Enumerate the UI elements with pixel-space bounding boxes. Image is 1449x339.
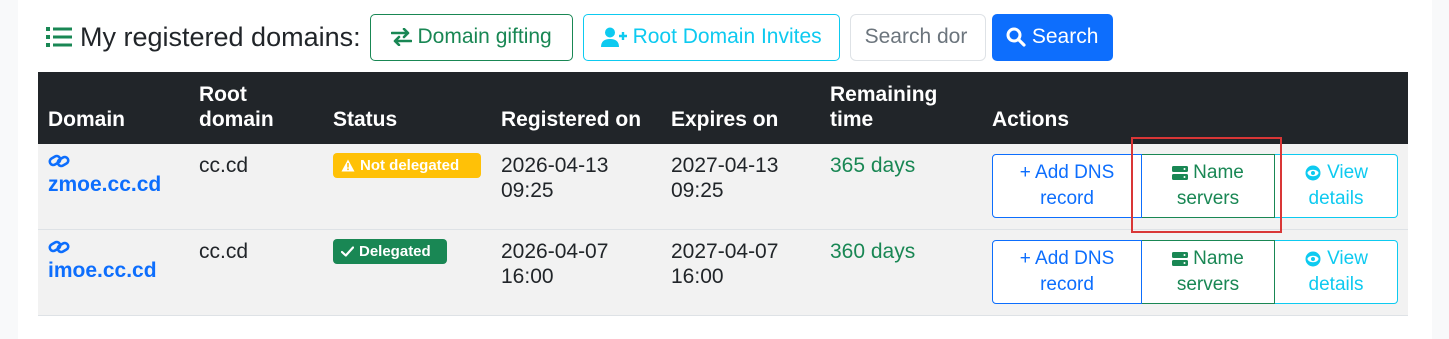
expires-date: 2027-04-13 [671,154,779,177]
search-icon [1006,27,1026,47]
col-status: Status [333,108,398,131]
col-domain: Domain [48,108,126,131]
status-badge: Delegated [333,239,447,264]
registered-time: 16:00 [501,265,554,288]
domain-cell: imoe.cc.cd [48,238,157,283]
domains-table: Domain Root domain Status Registered on … [38,72,1408,316]
expires-time: 16:00 [671,265,724,288]
swap-icon [390,28,412,46]
table-row: zmoe.cc.cd cc.cd Not delegated 2026-04-1… [38,144,1408,230]
root-domain-invites-label: Root Domain Invites [632,25,822,48]
actions-group: + Add DNS record Name servers View detai… [992,154,1398,218]
col-remaining-line1: Remaining [830,83,938,106]
add-dns-label-line1: + Add DNS [1019,248,1115,269]
view-details-button[interactable]: View details [1275,154,1398,218]
col-root-domain: Root domain [199,82,274,132]
col-remaining-time: Remaining time [830,82,937,132]
root-domain-cell: cc.cd [199,154,249,177]
status-badge: Not delegated [333,153,481,178]
view-details-label-line1: View [1327,162,1368,183]
col-root-domain-line2: domain [199,108,274,131]
domain-gifting-button[interactable]: Domain gifting [369,13,573,61]
registered-on-cell: 2026-04-13 09:25 [501,153,608,203]
add-dns-label-line2: record [1040,274,1094,295]
col-remaining-line2: time [830,108,874,131]
registered-date: 2026-04-07 [501,240,609,263]
status-badge-label: Not delegated [360,157,460,174]
page-title-text: My registered domains: [80,21,361,52]
list-icon [46,27,72,47]
server-icon [1172,252,1189,266]
expires-on-cell: 2027-04-13 09:25 [671,153,778,203]
status-badge-label: Delegated [359,243,431,260]
toolbar: My registered domains: Domain gifting Ro… [46,13,1113,61]
search-input[interactable] [849,13,986,61]
search-button-label: Search [1031,25,1099,48]
search-button[interactable]: Search [991,13,1113,61]
view-details-button[interactable]: View details [1275,240,1398,304]
table-row: imoe.cc.cd cc.cd Delegated 2026-04-07 16… [38,230,1408,316]
col-root-domain-line1: Root [199,83,247,106]
name-servers-label-line2: servers [1176,274,1240,295]
view-details-label-line2: details [1308,274,1364,295]
link-icon[interactable] [48,238,70,256]
eye-icon [1305,165,1321,181]
domain-cell: zmoe.cc.cd [48,152,161,197]
check-icon [341,246,354,257]
link-icon[interactable] [48,152,70,170]
remaining-time-cell: 365 days [830,154,916,177]
add-dns-record-button[interactable]: + Add DNS record [992,154,1142,218]
add-dns-label-line1: + Add DNS [1019,162,1115,183]
domain-link[interactable]: imoe.cc.cd [48,259,157,282]
root-domain-invites-button[interactable]: Root Domain Invites [582,13,840,61]
name-servers-button[interactable]: Name servers [1142,154,1275,218]
root-domain-cell: cc.cd [199,240,249,263]
eye-icon [1305,251,1321,267]
domain-link[interactable]: zmoe.cc.cd [48,173,161,196]
view-details-label-line1: View [1327,248,1368,269]
table-header: Domain Root domain Status Registered on … [38,72,1408,144]
remaining-time-cell: 360 days [830,240,916,263]
server-icon [1172,166,1189,180]
col-actions: Actions [992,108,1070,131]
user-plus-icon [600,27,627,47]
expires-time: 09:25 [671,179,724,202]
name-servers-label-line1: Name [1193,248,1244,269]
add-dns-record-button[interactable]: + Add DNS record [992,240,1142,304]
registered-on-cell: 2026-04-07 16:00 [501,239,608,289]
col-expires-on: Expires on [671,108,779,131]
actions-group: + Add DNS record Name servers View detai… [992,240,1398,304]
domain-gifting-label: Domain gifting [417,25,552,48]
expires-date: 2027-04-07 [671,240,779,263]
registered-time: 09:25 [501,179,554,202]
col-registered-on: Registered on [501,108,642,131]
name-servers-label-line1: Name [1193,162,1244,183]
name-servers-button[interactable]: Name servers [1142,240,1275,304]
view-details-label-line2: details [1308,188,1364,209]
add-dns-label-line2: record [1040,188,1094,209]
warning-icon [341,159,355,172]
page-title: My registered domains: [46,13,361,61]
registered-date: 2026-04-13 [501,154,609,177]
expires-on-cell: 2027-04-07 16:00 [671,239,778,289]
name-servers-label-line2: servers [1176,188,1240,209]
